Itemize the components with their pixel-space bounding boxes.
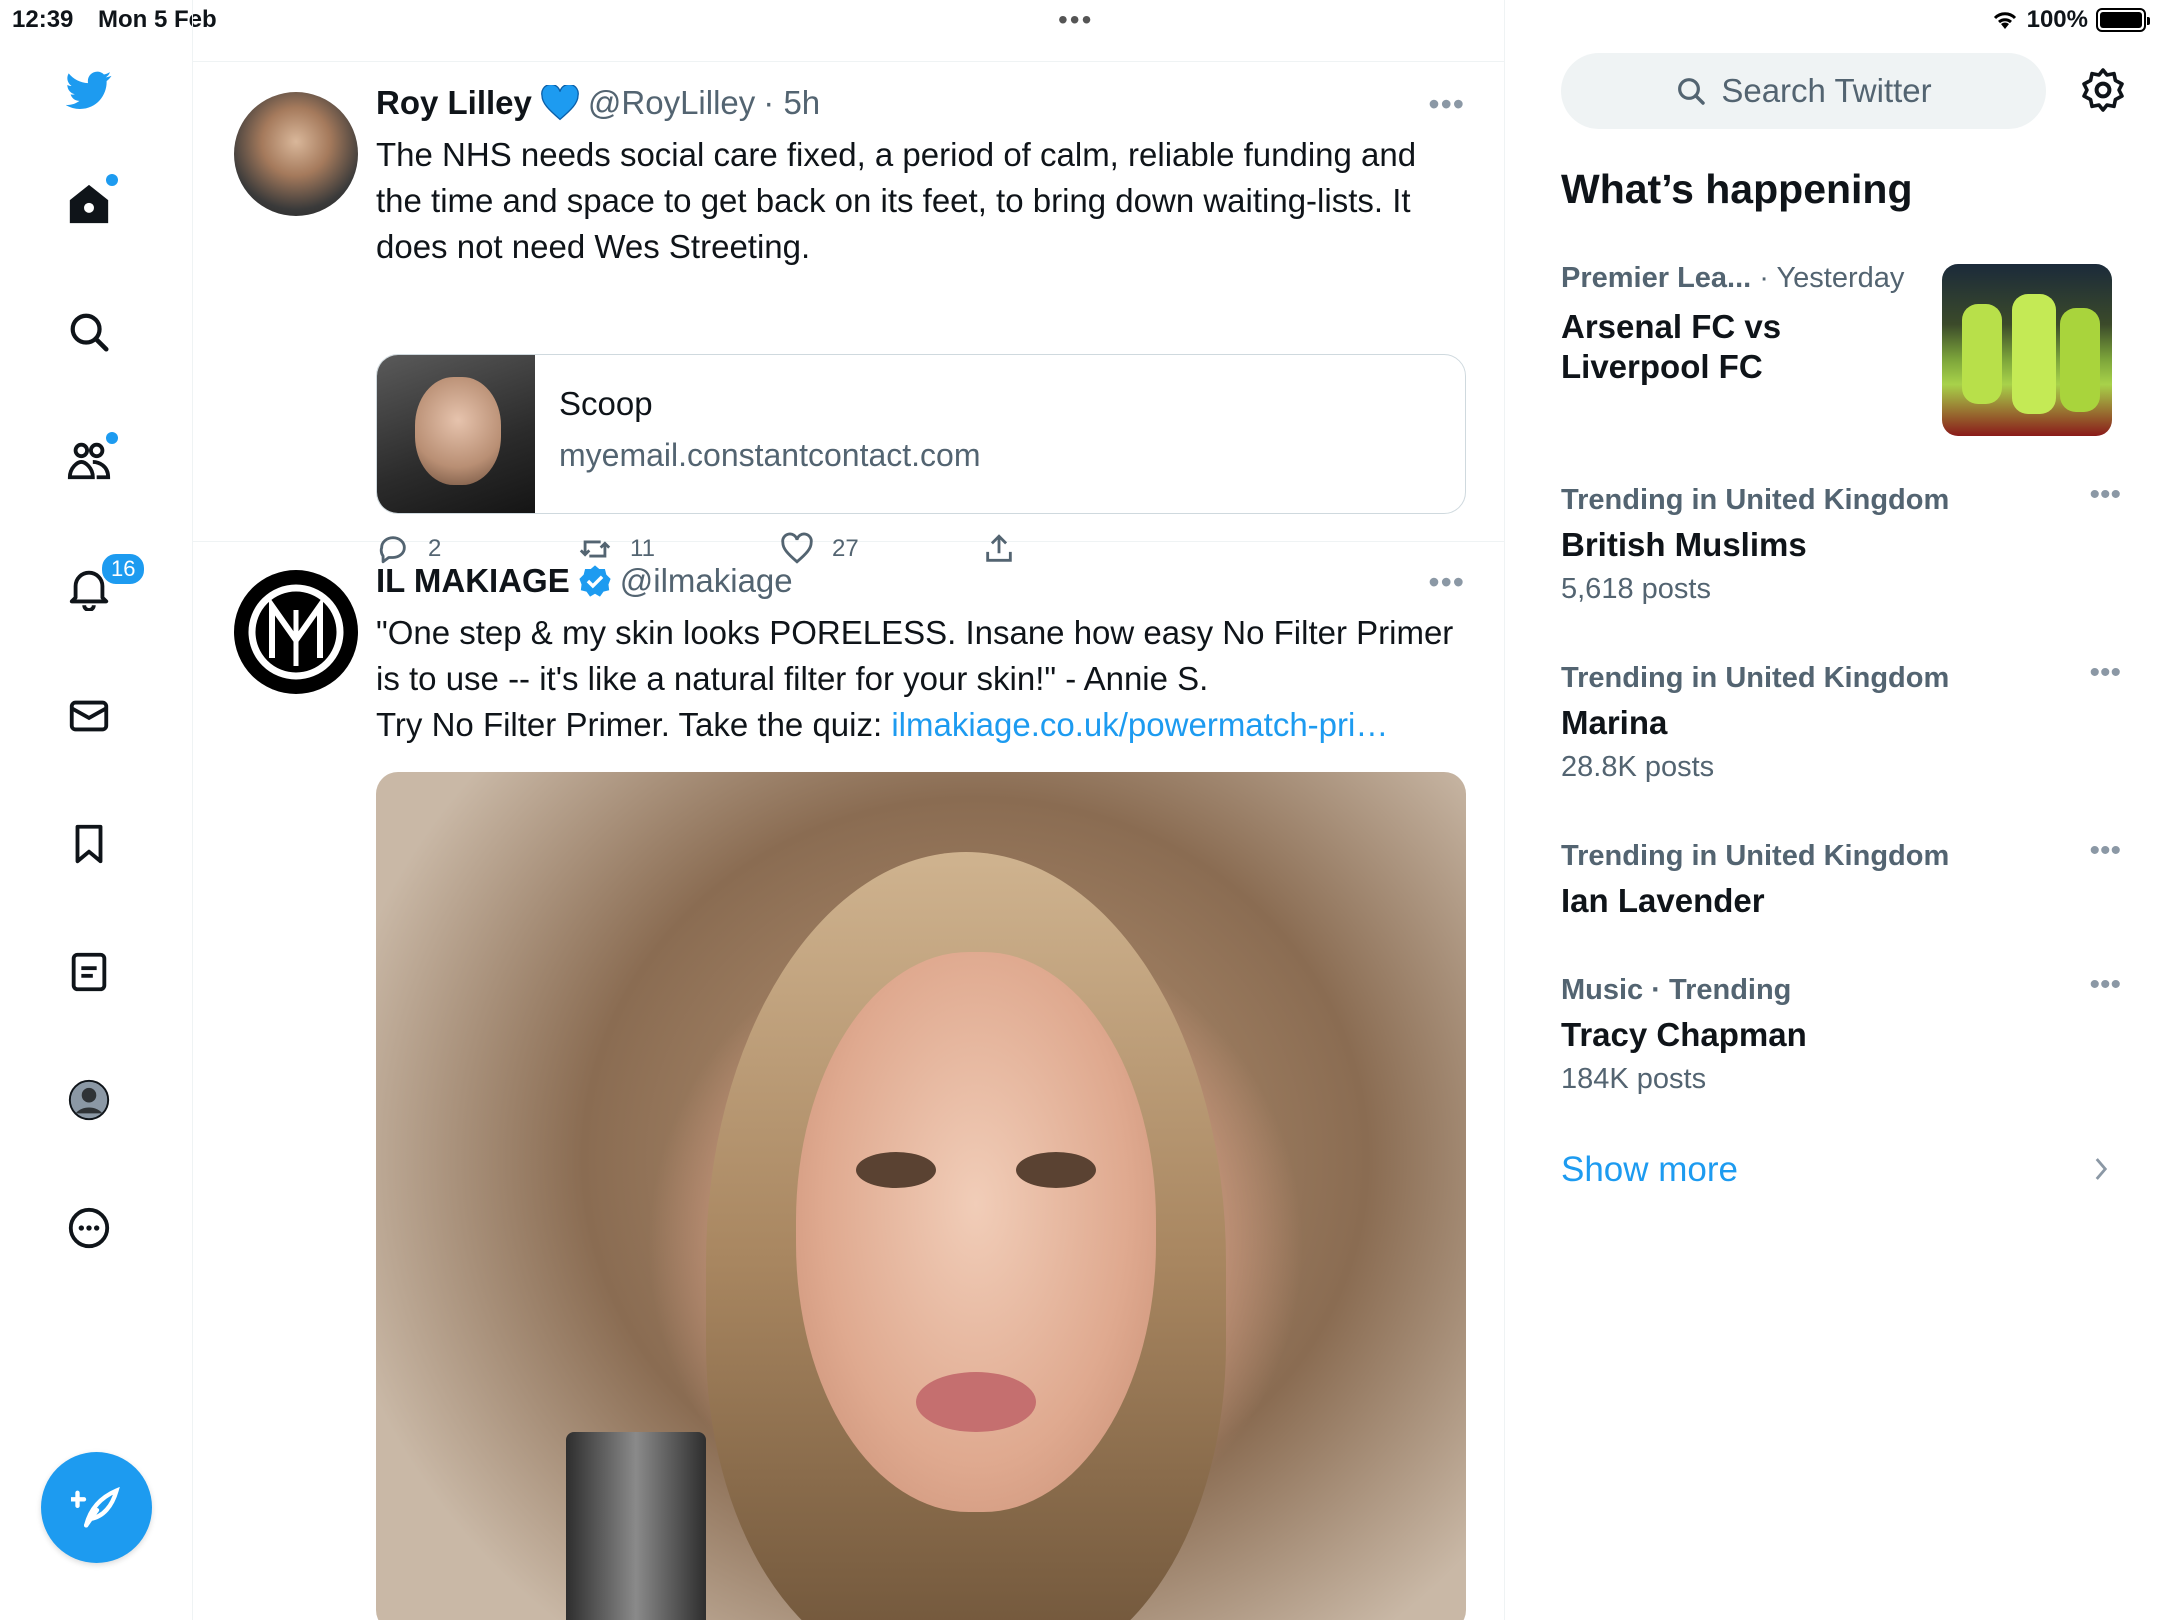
notifications-badge: 16 — [100, 552, 147, 586]
avatar[interactable] — [234, 570, 358, 694]
author-handle[interactable]: @ilmakiage — [620, 562, 793, 600]
product-bottle — [566, 1432, 706, 1620]
show-more-link[interactable]: Show more — [1561, 1150, 1738, 1190]
lists-icon — [71, 952, 107, 992]
tweet-link[interactable]: ilmakiage.co.uk/powermatch-pri… — [891, 706, 1388, 743]
trend-count: 184K posts — [1561, 1063, 1707, 1095]
timeline-header — [193, 0, 1504, 62]
ilmakiage-logo-icon — [248, 584, 344, 680]
tweet-video[interactable] — [376, 772, 1466, 1620]
tweet-header: Roy Lilley @RoyLilley · 5h — [376, 84, 820, 122]
card-body: Scoop myemail.constantcontact.com — [535, 355, 981, 513]
trend-item[interactable]: Trending in United Kingdom ••• Marina 28… — [1561, 656, 2121, 784]
verified-badge-icon — [579, 565, 611, 597]
nav-profile[interactable] — [66, 1070, 112, 1130]
nav-more[interactable] — [66, 1198, 112, 1258]
tweet-text: The NHS needs social care fixed, a perio… — [376, 136, 1417, 265]
communities-dot-badge — [106, 432, 118, 444]
tweet-text-body: "One step & my skin looks PORELESS. Insa… — [376, 614, 1454, 697]
card-title: Scoop — [559, 385, 653, 422]
trend-title: Marina — [1561, 704, 1668, 741]
right-sidebar: Search Twitter What’s happening Premier … — [1506, 0, 2160, 1620]
tweet[interactable]: IL MAKIAGE @ilmakiage ••• "One step & my… — [193, 542, 1504, 1620]
search-icon — [1678, 78, 1706, 105]
card-domain: myemail.constantcontact.com — [559, 437, 981, 473]
tweet-time[interactable]: · 5h — [763, 84, 820, 122]
tweet-more-button[interactable]: ••• — [1428, 564, 1465, 601]
trend-count: 28.8K posts — [1561, 751, 1715, 783]
author-name[interactable]: IL MAKIAGE — [376, 562, 570, 600]
news-time: · Yesterday — [1759, 262, 1905, 294]
author-name[interactable]: Roy Lilley — [376, 84, 532, 122]
tweet-header: IL MAKIAGE @ilmakiage — [376, 562, 793, 600]
nav-communities[interactable] — [66, 430, 118, 490]
link-card[interactable]: Scoop myemail.constantcontact.com — [376, 354, 1466, 514]
tweet[interactable]: Roy Lilley @RoyLilley · 5h ••• The NHS n… — [193, 62, 1504, 564]
trend-meta: Trending in United Kingdom — [1561, 662, 1950, 694]
mail-icon — [69, 700, 109, 732]
trend-count: 5,618 posts — [1561, 573, 1711, 605]
home-dot-badge — [106, 174, 118, 186]
search-input[interactable]: Search Twitter — [1561, 53, 2046, 129]
trend-title: British Muslims — [1561, 526, 1807, 563]
nav-lists[interactable] — [66, 942, 112, 1002]
left-nav: 16 — [0, 0, 193, 1620]
trend-item[interactable]: Trending in United Kingdom ••• British M… — [1561, 478, 2121, 606]
nav-notifications[interactable]: 16 — [66, 552, 147, 618]
bookmark-icon — [75, 824, 103, 864]
settings-gear-icon[interactable] — [2079, 66, 2127, 114]
trend-more-button[interactable]: ••• — [2089, 968, 2121, 1002]
trend-meta: Trending in United Kingdom — [1561, 840, 1950, 872]
blue-heart-icon — [541, 85, 579, 121]
compose-tweet-button[interactable] — [41, 1452, 152, 1563]
twitter-logo-icon[interactable] — [66, 60, 112, 120]
avatar[interactable] — [234, 92, 358, 216]
tweet-text: "One step & my skin looks PORELESS. Insa… — [376, 610, 1466, 748]
trend-more-button[interactable]: ••• — [2089, 834, 2121, 868]
tweet-text-cta: Try No Filter Primer. Take the quiz: — [376, 706, 892, 743]
trend-more-button[interactable]: ••• — [2089, 478, 2121, 512]
nav-explore[interactable] — [66, 302, 112, 362]
nav-bookmarks[interactable] — [66, 814, 112, 874]
home-icon — [69, 184, 109, 224]
trend-title: Ian Lavender — [1561, 882, 1765, 919]
news-thumbnail[interactable] — [1942, 264, 2112, 436]
communities-icon — [67, 442, 111, 480]
trend-more-button[interactable]: ••• — [2089, 656, 2121, 690]
whats-happening-heading: What’s happening — [1561, 166, 1913, 212]
chevron-right-icon[interactable] — [2090, 1152, 2112, 1186]
profile-avatar-icon — [68, 1079, 110, 1121]
search-icon — [70, 313, 109, 352]
nav-messages[interactable] — [66, 686, 112, 746]
author-handle[interactable]: @RoyLilley — [588, 84, 755, 122]
news-category: Premier Lea... — [1561, 262, 1752, 294]
search-placeholder: Search Twitter — [1721, 72, 1932, 109]
nav-home[interactable] — [66, 174, 118, 234]
tweet-more-button[interactable]: ••• — [1428, 86, 1465, 123]
more-circle-icon — [68, 1207, 110, 1249]
card-thumbnail — [377, 355, 535, 513]
trend-meta: Trending in United Kingdom — [1561, 484, 1950, 516]
compose-feather-icon — [70, 1486, 120, 1527]
trend-item[interactable]: Trending in United Kingdom ••• Ian Laven… — [1561, 834, 2121, 921]
timeline: Roy Lilley @RoyLilley · 5h ••• The NHS n… — [193, 0, 1505, 1620]
trend-meta: Music · Trending — [1561, 974, 1792, 1006]
trend-title: Tracy Chapman — [1561, 1016, 1807, 1053]
trend-item[interactable]: Music · Trending ••• Tracy Chapman 184K … — [1561, 968, 2121, 1096]
